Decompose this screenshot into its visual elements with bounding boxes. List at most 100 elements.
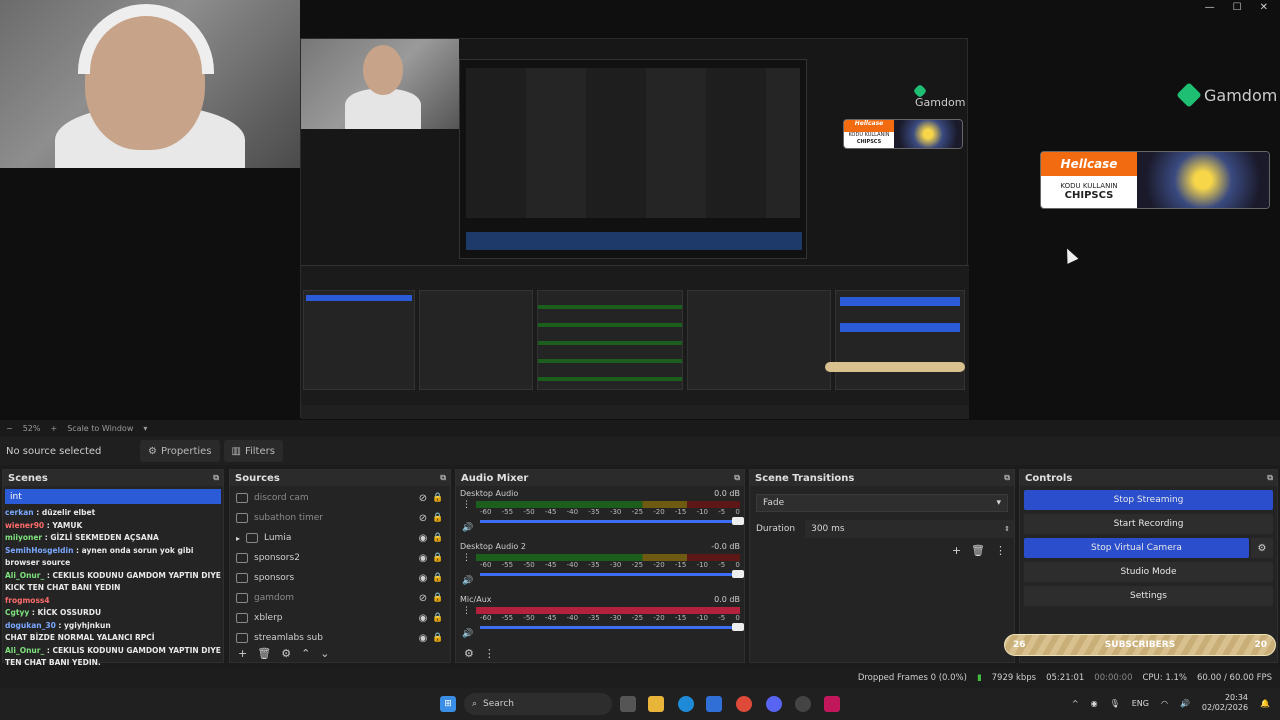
tick-label: -60 bbox=[480, 614, 492, 622]
start-recording-button[interactable]: Start Recording bbox=[1024, 514, 1273, 534]
eye-off-icon[interactable]: ⊘ bbox=[414, 593, 432, 604]
undock-icon[interactable]: ⧉ bbox=[440, 473, 446, 483]
transition-select[interactable]: Fade ▾ bbox=[756, 494, 1008, 512]
source-item[interactable]: discord cam ⊘ 🔒 bbox=[230, 488, 450, 508]
tick-label: -5 bbox=[718, 561, 726, 569]
settings-button[interactable]: Settings bbox=[1024, 586, 1273, 606]
lock-icon[interactable]: 🔒 bbox=[432, 533, 444, 543]
start-icon[interactable]: ⊞ bbox=[440, 696, 456, 712]
undock-icon[interactable]: ⧉ bbox=[734, 473, 740, 483]
eye-off-icon[interactable]: ⊘ bbox=[414, 493, 432, 504]
tick-label: -50 bbox=[523, 561, 535, 569]
zoom-out-button[interactable]: − bbox=[6, 424, 13, 433]
source-item[interactable]: ▸ Lumia ◉ 🔒 bbox=[230, 528, 450, 548]
eye-icon[interactable]: ◉ bbox=[414, 573, 432, 584]
properties-button[interactable]: ⚙ Properties bbox=[140, 440, 220, 462]
wifi-icon[interactable]: ◠ bbox=[1161, 699, 1168, 708]
transition-menu-button[interactable]: ⋮ bbox=[995, 544, 1006, 557]
mixer-settings-button[interactable]: ⚙ bbox=[464, 647, 474, 660]
zoom-in-button[interactable]: + bbox=[50, 424, 57, 433]
chat-text: TEN CHAT BANI YEDIN. bbox=[5, 658, 101, 667]
volume-slider[interactable] bbox=[480, 623, 744, 631]
add-source-button[interactable]: + bbox=[238, 647, 247, 660]
chevron-up-icon[interactable]: ^ bbox=[1072, 699, 1079, 708]
channel-level: -0.0 dB bbox=[711, 542, 740, 551]
source-item[interactable]: subathon timer ⊘ 🔒 bbox=[230, 508, 450, 528]
store-icon[interactable] bbox=[706, 696, 722, 712]
move-up-button[interactable]: ⌃ bbox=[301, 647, 310, 660]
tick-label: -5 bbox=[718, 614, 726, 622]
minimize-button[interactable]: — bbox=[1205, 2, 1215, 13]
virtual-camera-gear-icon[interactable]: ⚙ bbox=[1251, 538, 1273, 558]
remove-transition-button[interactable]: 🗑 bbox=[971, 544, 985, 557]
discord-icon[interactable] bbox=[766, 696, 782, 712]
stop-streaming-button[interactable]: Stop Streaming bbox=[1024, 490, 1273, 510]
duration-input[interactable]: 300 ms ⇕ bbox=[805, 520, 1014, 538]
lock-icon[interactable]: 🔒 bbox=[432, 613, 444, 623]
close-button[interactable]: ✕ bbox=[1260, 2, 1268, 13]
notification-icon[interactable]: 🔔 bbox=[1260, 699, 1270, 708]
volume-slider[interactable] bbox=[480, 517, 744, 525]
chat-text: ygiyhjnkun bbox=[64, 620, 111, 630]
dock-title: Scene Transitions bbox=[755, 472, 855, 484]
source-item[interactable]: sponsors2 ◉ 🔒 bbox=[230, 548, 450, 568]
channel-menu-icon[interactable]: ⋮ bbox=[462, 553, 471, 563]
lock-icon[interactable]: 🔒 bbox=[432, 513, 444, 523]
eye-icon[interactable]: ◉ bbox=[414, 613, 432, 624]
source-item[interactable]: xblerp ◉ 🔒 bbox=[230, 608, 450, 628]
undock-icon[interactable]: ⧉ bbox=[213, 473, 219, 483]
move-down-button[interactable]: ⌄ bbox=[320, 647, 329, 660]
stop-virtual-camera-button[interactable]: Stop Virtual Camera bbox=[1024, 538, 1249, 558]
eye-icon[interactable]: ◉ bbox=[414, 553, 432, 564]
discord-tray-icon[interactable]: ◉ bbox=[1091, 699, 1098, 708]
expand-icon[interactable]: ▸ bbox=[236, 534, 246, 543]
window-icon bbox=[236, 493, 248, 503]
undock-icon[interactable]: ⧉ bbox=[1004, 473, 1010, 483]
scale-mode-select[interactable]: Scale to Window bbox=[67, 424, 133, 433]
volume-icon[interactable]: 🔊 bbox=[1180, 699, 1190, 708]
lock-icon[interactable]: 🔒 bbox=[432, 633, 444, 643]
remove-source-button[interactable]: 🗑 bbox=[257, 647, 271, 660]
webcam-feed bbox=[0, 0, 300, 168]
channel-menu-icon[interactable]: ⋮ bbox=[462, 606, 471, 616]
add-transition-button[interactable]: + bbox=[952, 544, 961, 557]
lock-icon[interactable]: 🔒 bbox=[432, 493, 444, 503]
volume-slider[interactable] bbox=[480, 570, 744, 578]
speaker-icon[interactable]: 🔊 bbox=[462, 523, 473, 533]
lock-icon[interactable]: 🔒 bbox=[432, 593, 444, 603]
studio-mode-button[interactable]: Studio Mode bbox=[1024, 562, 1273, 582]
eye-icon[interactable]: ◉ bbox=[414, 533, 432, 544]
lock-icon[interactable]: 🔒 bbox=[432, 553, 444, 563]
language-indicator[interactable]: ENG bbox=[1132, 699, 1149, 708]
mouse-cursor bbox=[1061, 246, 1079, 264]
chrome-icon[interactable] bbox=[736, 696, 752, 712]
program-preview[interactable]: — ☐ ✕ Gamdom Hellcase KODU KULLANIN CHIPSC… bbox=[0, 0, 1280, 420]
speaker-icon[interactable]: 🔊 bbox=[462, 629, 473, 639]
scene-item[interactable]: int bbox=[5, 489, 221, 504]
file-explorer-icon[interactable] bbox=[648, 696, 664, 712]
source-item[interactable]: gamdom ⊘ 🔒 bbox=[230, 588, 450, 608]
speaker-icon[interactable]: 🔊 bbox=[462, 576, 473, 586]
tiktok-icon[interactable] bbox=[824, 696, 840, 712]
edge-icon[interactable] bbox=[678, 696, 694, 712]
eye-off-icon[interactable]: ⊘ bbox=[414, 513, 432, 524]
taskbar-search[interactable]: ⌕ Search bbox=[464, 693, 612, 715]
eye-icon[interactable]: ◉ bbox=[414, 633, 432, 644]
mixer-channel: Desktop Audio 0.0 dB ⋮ -60 -55 -50 -45 -40 -35 -3… bbox=[456, 486, 744, 539]
source-item[interactable]: sponsors ◉ 🔒 bbox=[230, 568, 450, 588]
obs-icon[interactable] bbox=[795, 696, 811, 712]
maximize-button[interactable]: ☐ bbox=[1233, 2, 1242, 13]
filters-button[interactable]: ▥ Filters bbox=[223, 440, 283, 462]
chat-message: dogukan_30 : ygiyhjnkun bbox=[5, 620, 111, 630]
chevron-down-icon[interactable]: ▾ bbox=[143, 424, 147, 433]
gamdom-logo: Gamdom bbox=[1176, 82, 1277, 108]
source-properties-button[interactable]: ⚙ bbox=[281, 647, 291, 660]
mic-icon[interactable]: 🎙 bbox=[1110, 699, 1120, 708]
source-name: xblerp bbox=[254, 613, 283, 623]
channel-menu-icon[interactable]: ⋮ bbox=[462, 500, 471, 510]
undock-icon[interactable]: ⧉ bbox=[1267, 473, 1273, 483]
clock[interactable]: 20:34 02/02/2026 bbox=[1202, 693, 1248, 713]
mixer-menu-button[interactable]: ⋮ bbox=[484, 647, 495, 660]
task-view-icon[interactable] bbox=[620, 696, 636, 712]
lock-icon[interactable]: 🔒 bbox=[432, 573, 444, 583]
